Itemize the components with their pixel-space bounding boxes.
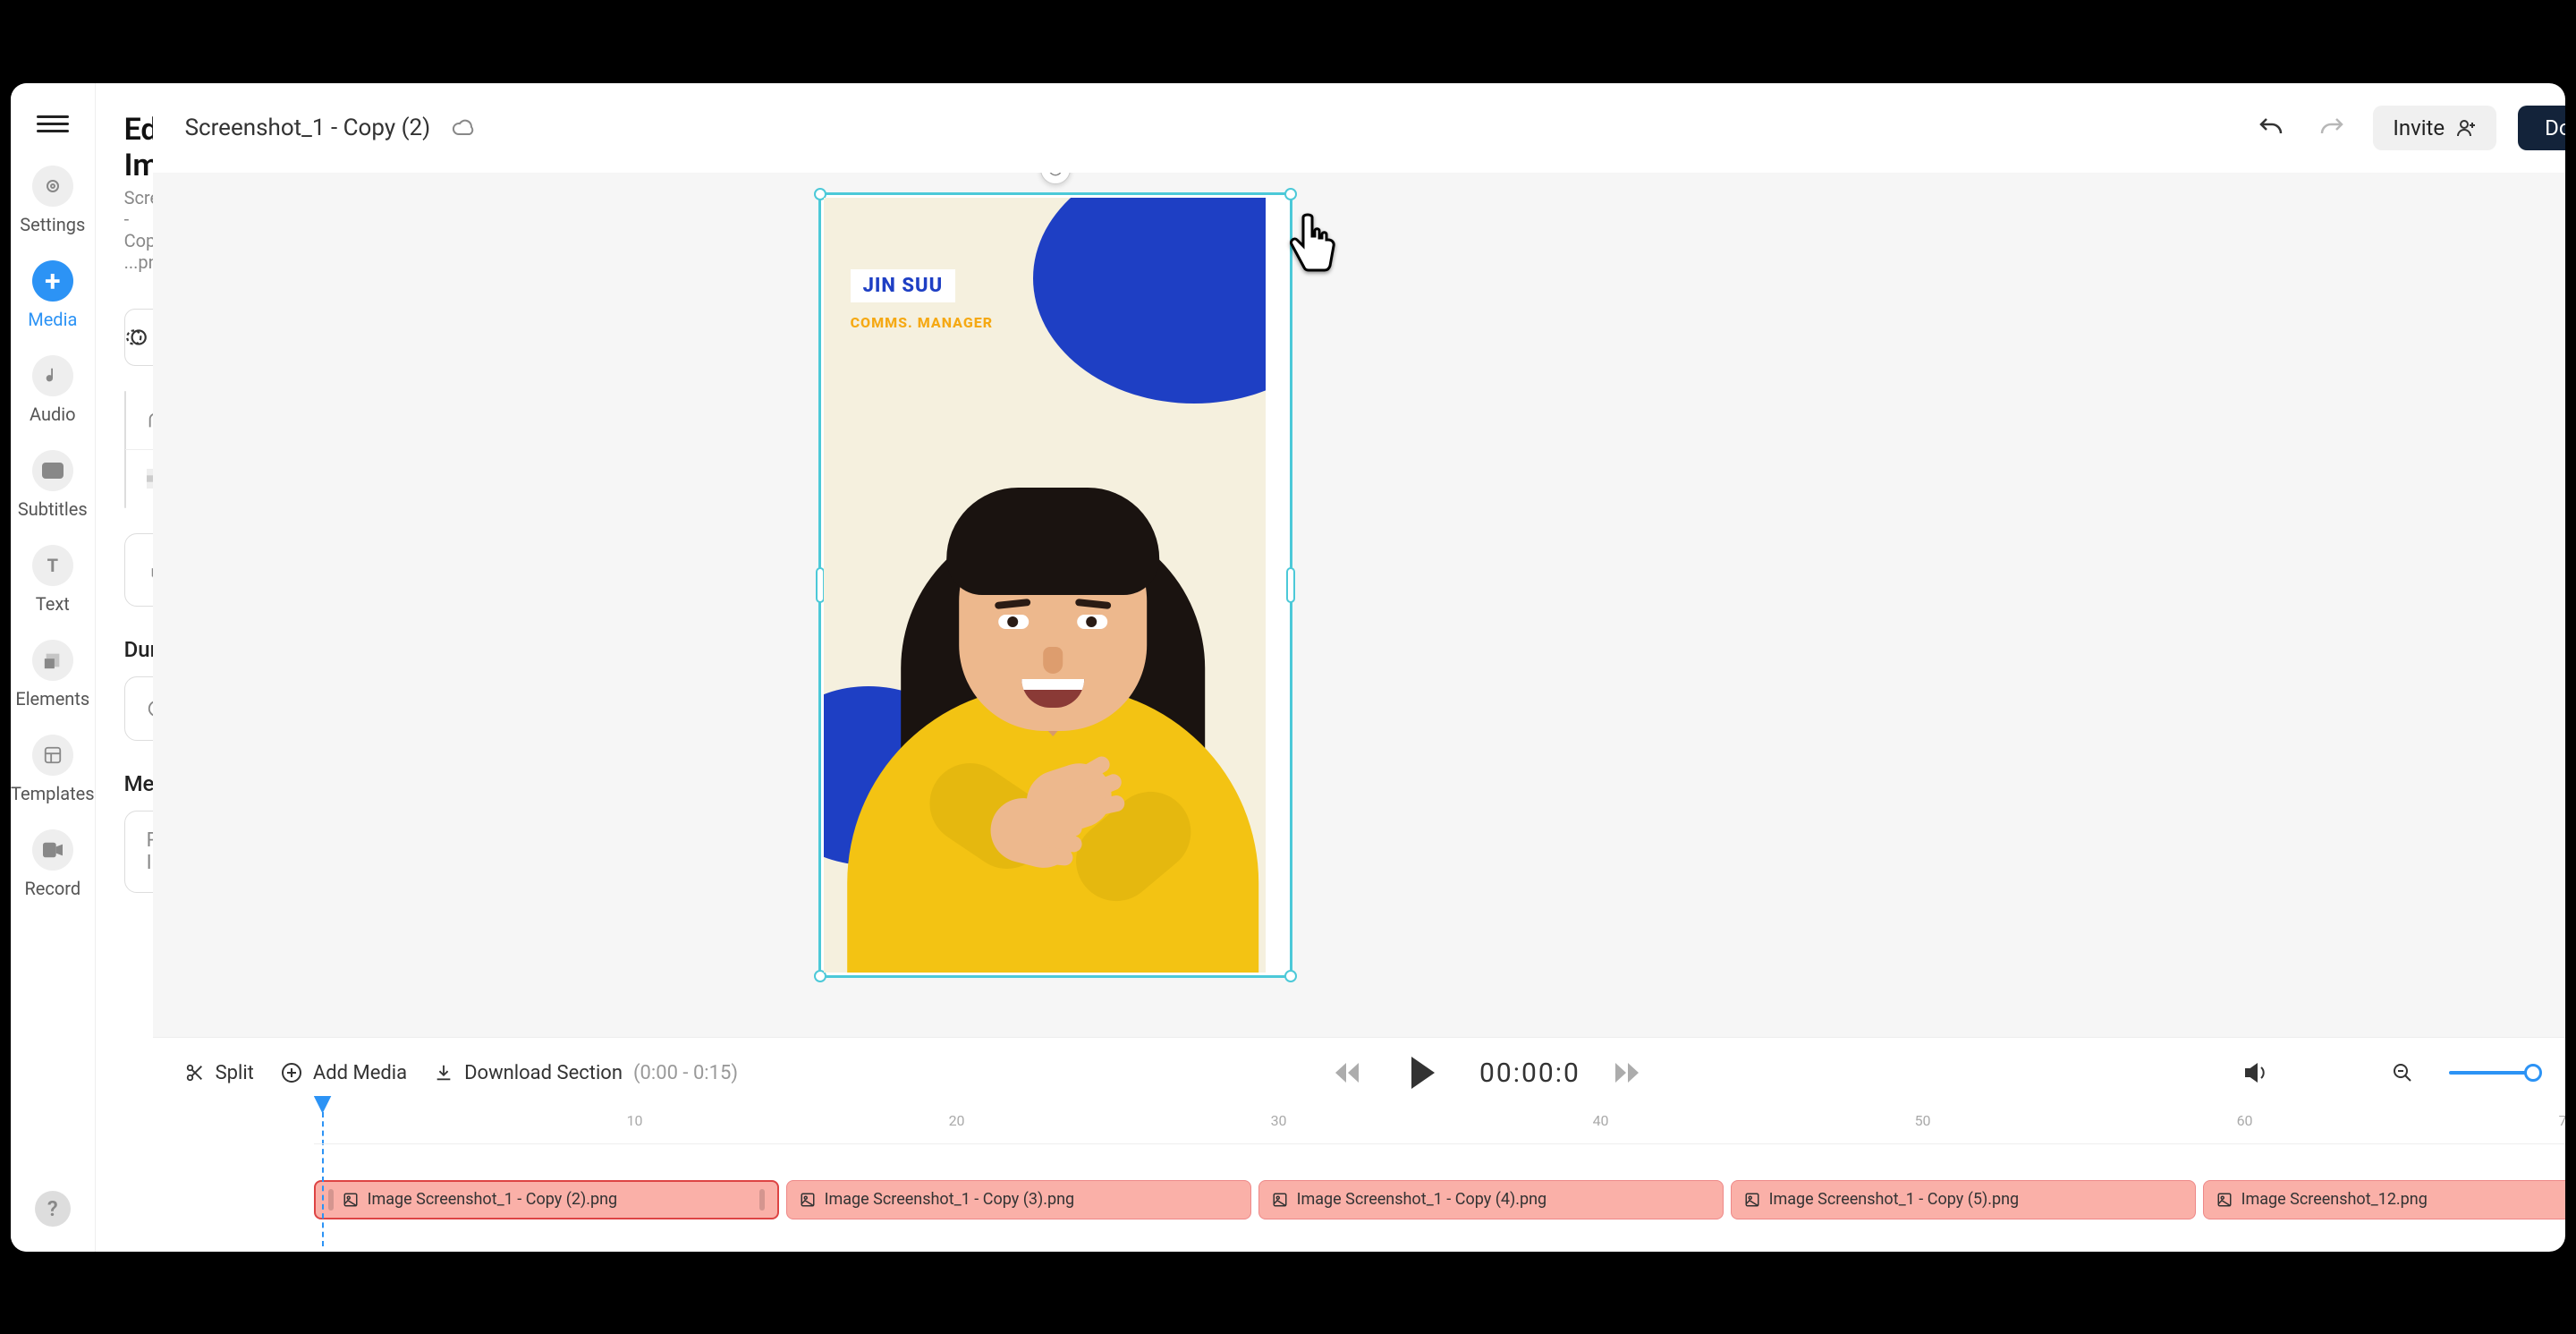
nav-record[interactable]: Record bbox=[24, 829, 80, 899]
resize-handle-se[interactable] bbox=[1284, 970, 1297, 982]
resize-handle-e[interactable] bbox=[1286, 567, 1295, 603]
help-icon[interactable]: ? bbox=[35, 1191, 71, 1227]
nav-subtitles[interactable]: Subtitles bbox=[18, 450, 88, 520]
nav-audio-label: Audio bbox=[30, 404, 76, 425]
text-icon: T bbox=[32, 545, 73, 586]
timeline-tracks: Image Screenshot_1 - Copy (2).png Image … bbox=[314, 1144, 2565, 1219]
playback-controls: Split Add Media Download Section (0:00 -… bbox=[153, 1037, 2565, 1109]
timeline-clip[interactable]: Image Screenshot_1 - Copy (3).png bbox=[786, 1180, 1251, 1219]
zoom-out-button[interactable] bbox=[2383, 1053, 2422, 1092]
replace-label: Replace Image bbox=[147, 829, 153, 874]
resize-handle-ne[interactable] bbox=[1284, 188, 1297, 200]
download-section-button[interactable]: Download Section (0:00 - 0:15) bbox=[434, 1062, 738, 1084]
done-label: Done bbox=[2545, 115, 2565, 140]
duration-card: Start 00:00.0 End 00:15.0 bbox=[124, 676, 153, 741]
nav-elements-label: Elements bbox=[15, 688, 89, 709]
split-label: Split bbox=[216, 1062, 254, 1084]
clip-label: Image Screenshot_1 - Copy (2).png bbox=[368, 1190, 618, 1209]
selection-box[interactable]: JIN SUU COMMS. MANAGER bbox=[818, 192, 1292, 978]
timeline-clip[interactable]: Image Screenshot_1 - Copy (5).png bbox=[1731, 1180, 2196, 1219]
clip-handle-l[interactable] bbox=[328, 1189, 334, 1211]
project-name[interactable]: Screenshot_1 - Copy (2) bbox=[185, 115, 431, 141]
nav-templates[interactable]: Templates bbox=[11, 735, 95, 804]
canvas-image: JIN SUU COMMS. MANAGER bbox=[824, 198, 1266, 973]
opacity-icon bbox=[147, 466, 153, 491]
nav-text[interactable]: T Text bbox=[32, 545, 73, 615]
nav-subtitles-label: Subtitles bbox=[18, 498, 88, 520]
nav-media-label: Media bbox=[28, 309, 77, 330]
nav-record-label: Record bbox=[24, 878, 80, 899]
subtitles-icon bbox=[32, 450, 73, 491]
timeline-clip[interactable]: Image Screenshot_1 - Copy (2).png bbox=[314, 1180, 779, 1219]
audio-icon bbox=[32, 355, 73, 396]
person-illustration bbox=[847, 400, 1258, 973]
elements-icon bbox=[32, 640, 73, 681]
record-icon bbox=[32, 829, 73, 871]
ruler-tick: 50 bbox=[1915, 1112, 1931, 1129]
replace-image-button[interactable]: Replace Image bbox=[124, 811, 153, 893]
rotate-handle[interactable] bbox=[1040, 173, 1071, 184]
ruler-tick: 10 bbox=[627, 1112, 643, 1129]
nav-templates-label: Templates bbox=[11, 783, 95, 804]
media-section-label: Media bbox=[124, 771, 153, 796]
animation-button[interactable]: Animation bbox=[124, 309, 153, 366]
clip-label: Image Screenshot_1 - Copy (3).png bbox=[825, 1190, 1075, 1209]
clip-label: Image Screenshot_1 - Copy (5).png bbox=[1769, 1190, 2020, 1209]
volume-button[interactable] bbox=[2236, 1053, 2275, 1092]
invite-label: Invite bbox=[2393, 115, 2445, 140]
settings-icon bbox=[32, 166, 73, 207]
next-button[interactable] bbox=[1607, 1053, 1647, 1092]
redo-button[interactable] bbox=[2312, 108, 2351, 148]
done-button[interactable]: Done bbox=[2518, 106, 2565, 150]
timeline[interactable]: 10 20 30 40 50 60 70 Image Screenshot_1 … bbox=[153, 1109, 2565, 1252]
ruler-tick: 60 bbox=[2237, 1112, 2253, 1129]
download-label: Download Section bbox=[464, 1062, 623, 1084]
zoom-slider[interactable] bbox=[2449, 1071, 2538, 1075]
split-button[interactable]: Split bbox=[185, 1062, 254, 1084]
add-media-button[interactable]: Add Media bbox=[281, 1062, 407, 1084]
left-nav: Settings Media Audio Subtitles T Text bbox=[11, 83, 96, 1252]
timeline-clip[interactable]: Image Screenshot_12.png bbox=[2203, 1180, 2565, 1219]
clock-icon bbox=[147, 696, 153, 721]
clip-label: Image Screenshot_12.png bbox=[2241, 1190, 2428, 1209]
main-area: Screenshot_1 - Copy (2) Invite Done bbox=[153, 83, 2565, 1252]
ruler-tick: 30 bbox=[1271, 1112, 1287, 1129]
add-media-label: Add Media bbox=[313, 1062, 407, 1084]
prev-button[interactable] bbox=[1327, 1053, 1367, 1092]
clip-label: Image Screenshot_1 - Copy (4).png bbox=[1297, 1190, 1547, 1209]
timeline-ruler[interactable]: 10 20 30 40 50 60 70 bbox=[314, 1109, 2565, 1144]
cloud-sync-icon[interactable] bbox=[452, 118, 477, 138]
nav-audio[interactable]: Audio bbox=[30, 355, 76, 425]
timeline-clip[interactable]: Image Screenshot_1 - Copy (4).png bbox=[1258, 1180, 1724, 1219]
nav-settings-label: Settings bbox=[20, 214, 85, 235]
corner-icon bbox=[147, 408, 153, 433]
plus-icon bbox=[32, 260, 73, 302]
edit-panel: Edit Image Screenshot_1 - Copy ...png An… bbox=[96, 83, 153, 1252]
image-name-overlay: JIN SUU bbox=[851, 269, 956, 302]
undo-button[interactable] bbox=[2251, 108, 2291, 148]
download-range: (0:00 - 0:15) bbox=[633, 1062, 738, 1084]
ruler-tick: 70 bbox=[2559, 1112, 2565, 1129]
canvas[interactable]: JIN SUU COMMS. MANAGER bbox=[153, 173, 2565, 1037]
invite-button[interactable]: Invite bbox=[2373, 106, 2496, 150]
menu-icon[interactable] bbox=[37, 108, 69, 140]
cursor-pointer-icon bbox=[1285, 208, 1348, 280]
ruler-tick: 20 bbox=[949, 1112, 965, 1129]
nav-elements[interactable]: Elements bbox=[15, 640, 89, 709]
ruler-tick: 40 bbox=[1593, 1112, 1609, 1129]
clip-handle-r[interactable] bbox=[759, 1189, 765, 1211]
image-role-overlay: COMMS. MANAGER bbox=[851, 314, 994, 331]
nav-media[interactable]: Media bbox=[28, 260, 77, 330]
timecode: 00:00:0 bbox=[1479, 1058, 1580, 1089]
play-button[interactable] bbox=[1394, 1057, 1453, 1089]
templates-icon bbox=[32, 735, 73, 776]
rotation-icon bbox=[147, 557, 153, 582]
nav-settings[interactable]: Settings bbox=[20, 166, 85, 235]
topbar: Screenshot_1 - Copy (2) Invite Done bbox=[153, 83, 2565, 173]
duration-label: Duration bbox=[124, 637, 153, 662]
nav-text-label: Text bbox=[36, 593, 70, 615]
